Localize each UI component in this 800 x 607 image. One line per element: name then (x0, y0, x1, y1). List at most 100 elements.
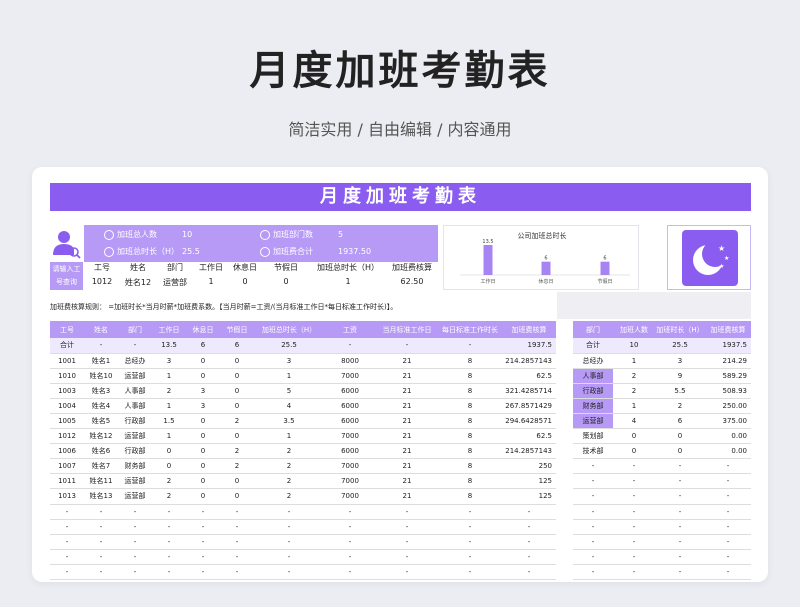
table-cell[interactable]: - (118, 564, 152, 581)
table-cell[interactable]: 1004 (50, 398, 84, 414)
dept-cell[interactable]: 总经办 (573, 353, 613, 369)
table-cell[interactable]: 21 (376, 368, 438, 384)
dept-cell[interactable]: 1 (613, 353, 655, 369)
table-cell[interactable]: 2 (220, 413, 254, 430)
table-cell[interactable]: 8 (438, 398, 502, 414)
table-cell[interactable]: - (438, 504, 502, 520)
table-cell[interactable]: - (84, 564, 118, 581)
table-cell[interactable]: 姓名7 (84, 458, 118, 475)
table-cell[interactable]: 62.5 (502, 428, 556, 445)
table-cell[interactable]: 姓名5 (84, 413, 118, 430)
table-cell[interactable]: - (220, 564, 254, 581)
dept-cell[interactable]: - (573, 488, 613, 505)
table-cell[interactable]: 8 (438, 413, 502, 430)
dept-cell[interactable]: - (573, 519, 613, 535)
table-cell[interactable]: 0 (186, 413, 220, 430)
table-cell[interactable]: 合计 (50, 338, 84, 354)
table-cell[interactable]: 21 (376, 458, 438, 475)
table-cell[interactable]: 1006 (50, 443, 84, 460)
table-cell[interactable]: - (186, 534, 220, 550)
dept-cell[interactable]: 人事部 (573, 368, 613, 384)
dept-cell[interactable]: - (655, 519, 705, 535)
table-cell[interactable]: 姓名4 (84, 398, 118, 414)
table-cell[interactable]: - (220, 549, 254, 565)
dept-cell[interactable]: - (573, 534, 613, 550)
table-cell[interactable]: - (502, 564, 556, 581)
dept-cell[interactable]: 2 (613, 383, 655, 399)
dept-cell[interactable]: - (705, 519, 751, 535)
table-cell[interactable]: 1 (152, 398, 186, 414)
table-cell[interactable]: - (324, 519, 376, 535)
table-cell[interactable]: 294.6428571 (502, 413, 556, 430)
table-cell[interactable]: 5 (254, 383, 324, 399)
table-cell[interactable]: 3.5 (254, 413, 324, 430)
table-cell[interactable]: 267.8571429 (502, 398, 556, 414)
table-cell[interactable]: 运营部 (118, 488, 152, 505)
table-cell[interactable]: 0 (186, 428, 220, 445)
table-cell[interactable]: - (152, 534, 186, 550)
table-cell[interactable]: 1010 (50, 368, 84, 384)
table-cell[interactable]: - (254, 534, 324, 550)
table-cell[interactable]: 姓名3 (84, 383, 118, 399)
dept-cell[interactable]: - (705, 488, 751, 505)
table-cell[interactable]: - (376, 519, 438, 535)
dept-cell[interactable]: 1937.5 (705, 338, 751, 354)
table-cell[interactable]: 姓名12 (84, 428, 118, 445)
dept-cell[interactable]: - (613, 473, 655, 490)
dept-cell[interactable]: - (613, 534, 655, 550)
table-cell[interactable]: 运营部 (118, 428, 152, 445)
table-cell[interactable]: 21 (376, 353, 438, 369)
table-cell[interactable]: 运营部 (118, 368, 152, 384)
table-cell[interactable]: 0 (186, 458, 220, 475)
table-cell[interactable]: 1003 (50, 383, 84, 399)
table-cell[interactable]: 1012 (50, 428, 84, 445)
dept-cell[interactable]: 策划部 (573, 428, 613, 445)
dept-cell[interactable]: 合计 (573, 338, 613, 354)
table-cell[interactable]: - (438, 534, 502, 550)
table-cell[interactable]: 总经办 (118, 353, 152, 369)
table-cell[interactable]: 2 (254, 473, 324, 490)
table-cell[interactable]: 0 (220, 368, 254, 384)
table-cell[interactable]: 21 (376, 413, 438, 430)
table-cell[interactable]: 0 (186, 443, 220, 460)
table-cell[interactable]: 姓名10 (84, 368, 118, 384)
dept-cell[interactable]: 214.29 (705, 353, 751, 369)
table-cell[interactable]: - (118, 519, 152, 535)
table-cell[interactable]: 21 (376, 443, 438, 460)
table-cell[interactable]: 321.4285714 (502, 383, 556, 399)
dept-cell[interactable]: 0 (655, 443, 705, 460)
table-cell[interactable]: - (118, 504, 152, 520)
table-cell[interactable]: 8000 (324, 353, 376, 369)
table-cell[interactable]: - (118, 338, 152, 354)
table-cell[interactable]: 1.5 (152, 413, 186, 430)
table-cell[interactable]: 7000 (324, 488, 376, 505)
dept-cell[interactable]: 技术部 (573, 443, 613, 460)
table-cell[interactable]: - (324, 338, 376, 354)
table-cell[interactable]: - (438, 519, 502, 535)
table-cell[interactable]: 2 (220, 458, 254, 475)
table-cell[interactable]: 6000 (324, 398, 376, 414)
table-cell[interactable]: - (324, 564, 376, 581)
table-cell[interactable]: 8 (438, 353, 502, 369)
dept-cell[interactable]: 1 (613, 398, 655, 414)
table-cell[interactable]: - (118, 549, 152, 565)
table-cell[interactable]: - (438, 338, 502, 354)
table-cell[interactable]: - (152, 504, 186, 520)
table-cell[interactable]: 2 (254, 458, 324, 475)
dept-cell[interactable]: - (573, 564, 613, 581)
table-cell[interactable]: 8 (438, 428, 502, 445)
table-cell[interactable]: 0 (220, 473, 254, 490)
dept-cell[interactable]: 0 (655, 428, 705, 445)
table-cell[interactable]: 214.2857143 (502, 443, 556, 460)
table-cell[interactable]: - (502, 549, 556, 565)
table-cell[interactable]: - (50, 549, 84, 565)
table-cell[interactable]: - (376, 338, 438, 354)
table-cell[interactable]: - (254, 564, 324, 581)
table-cell[interactable]: 0 (186, 353, 220, 369)
table-cell[interactable]: - (254, 549, 324, 565)
dept-cell[interactable]: - (573, 473, 613, 490)
table-cell[interactable]: - (438, 564, 502, 581)
dept-cell[interactable]: - (573, 549, 613, 565)
table-cell[interactable]: - (84, 534, 118, 550)
table-cell[interactable]: - (186, 519, 220, 535)
